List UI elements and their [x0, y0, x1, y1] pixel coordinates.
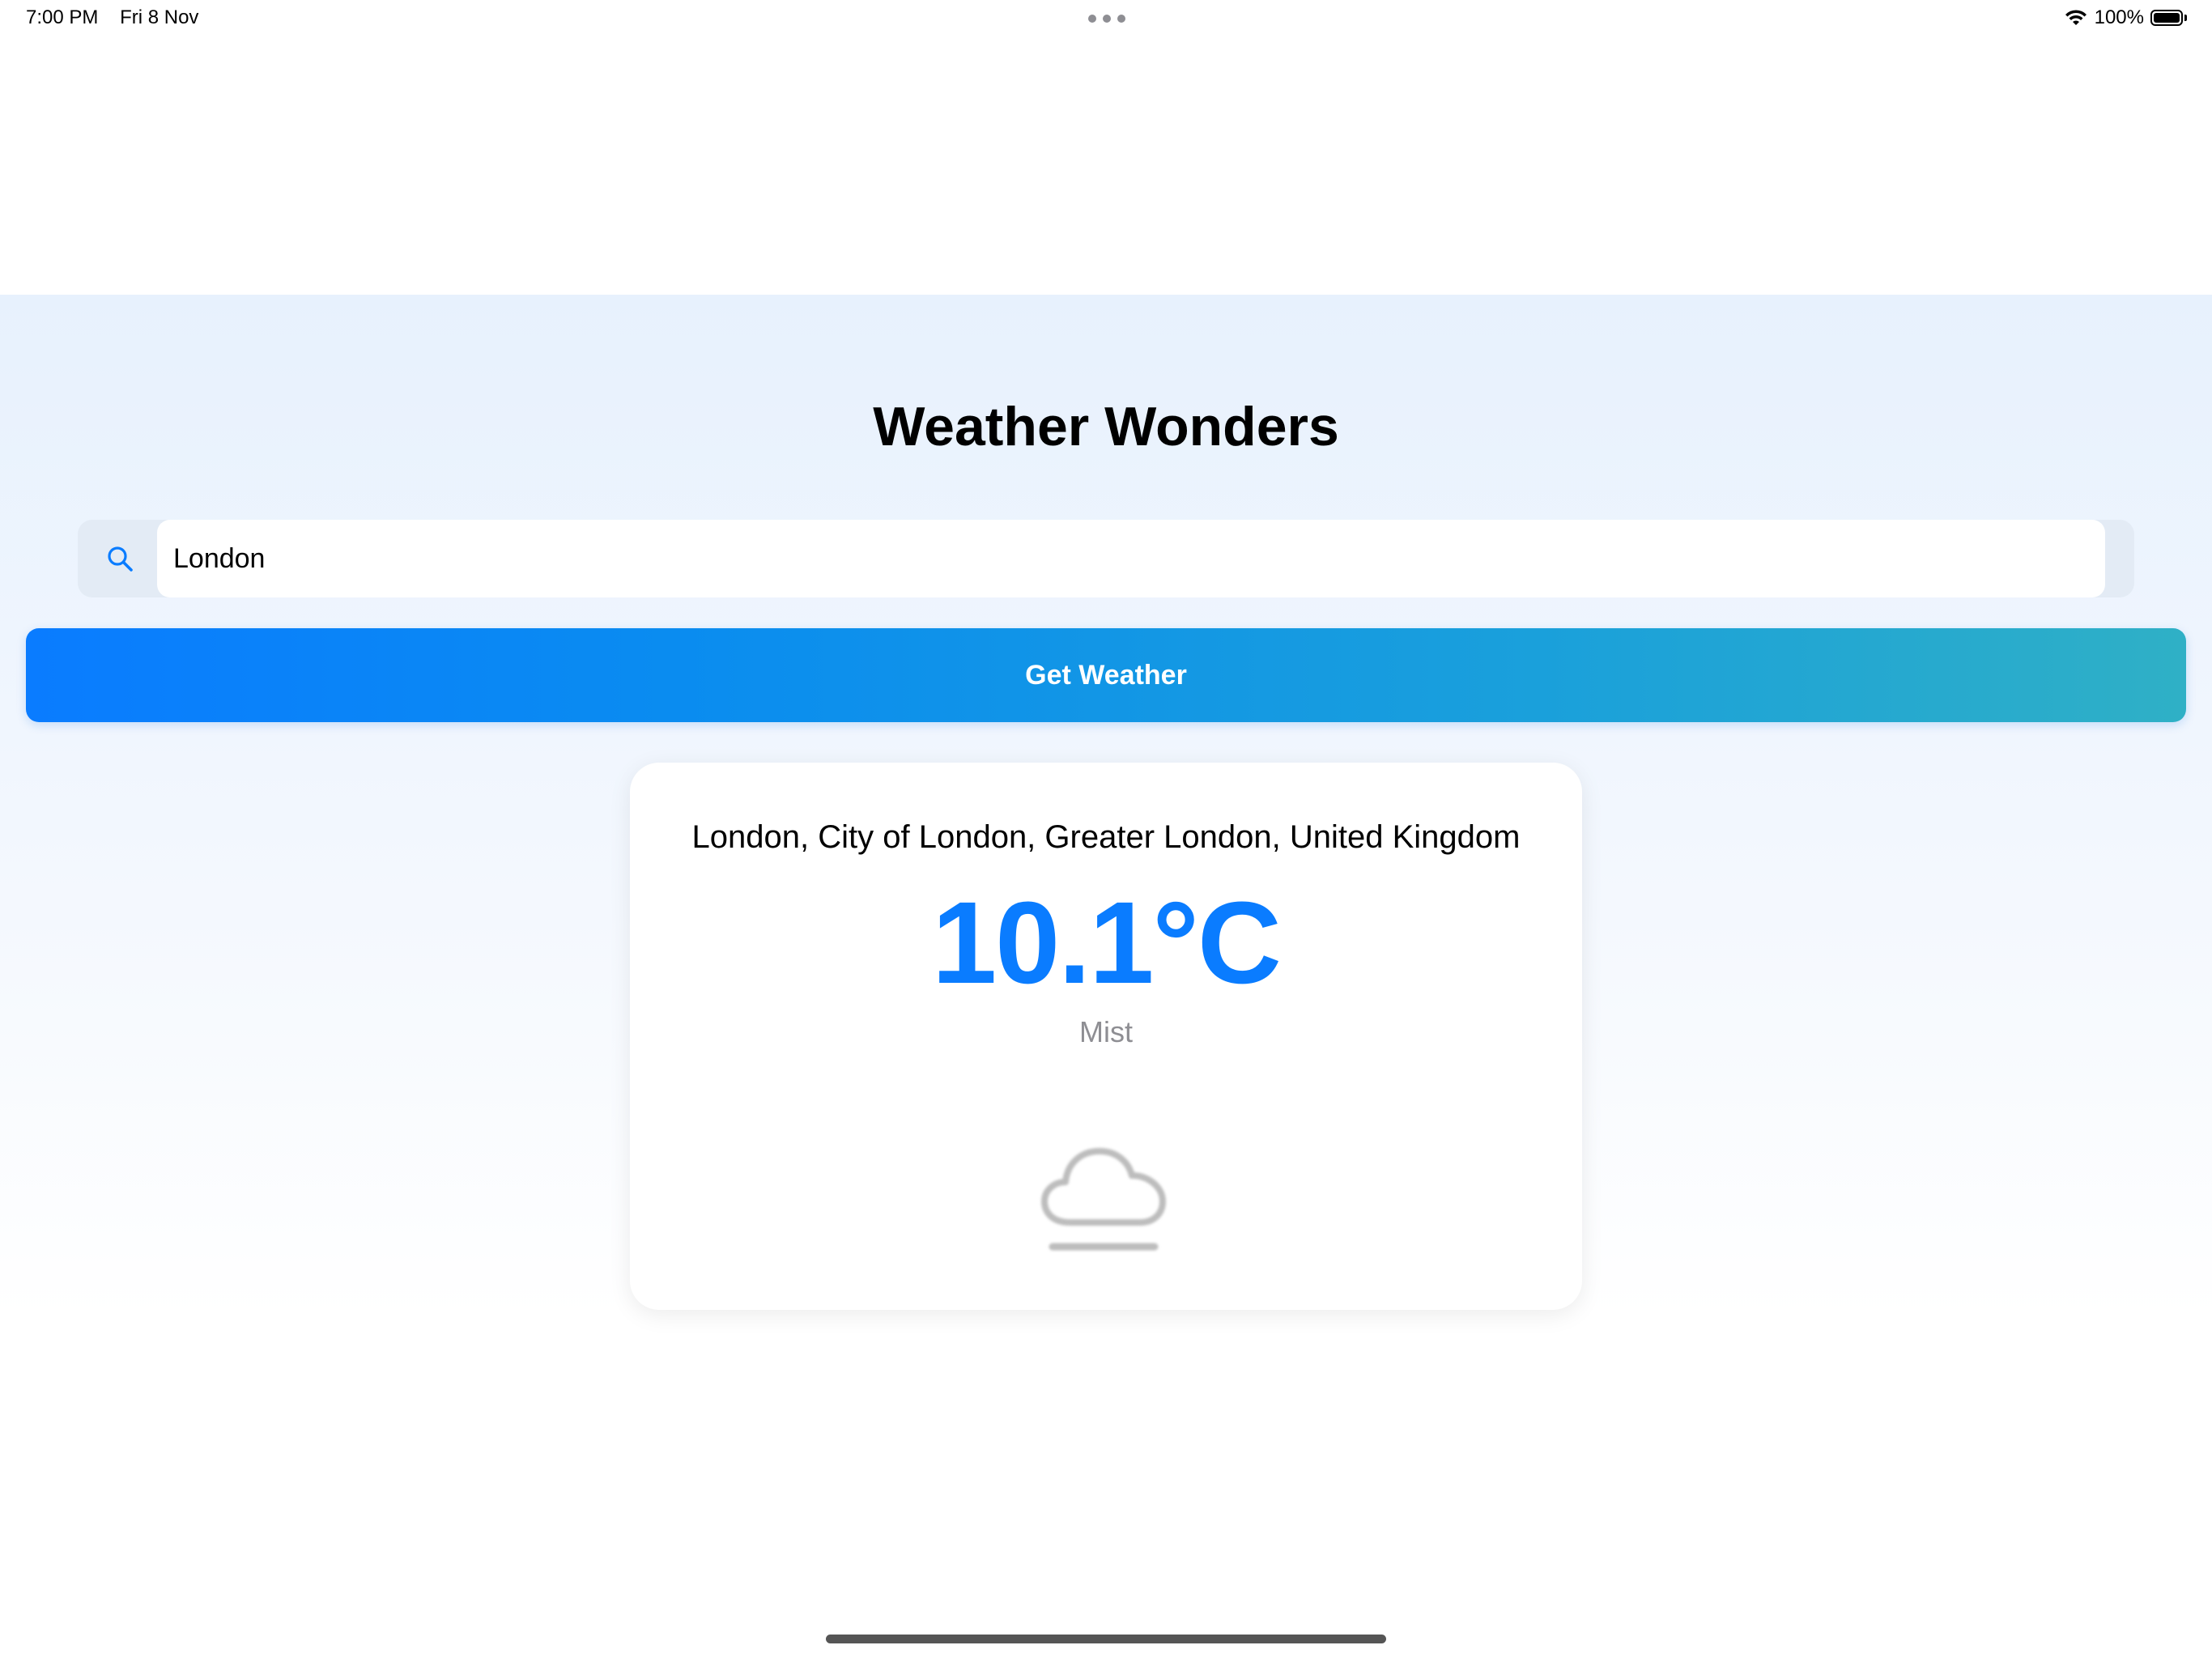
weather-condition: Mist: [1079, 1015, 1133, 1048]
status-bar-right: 100%: [2064, 6, 2188, 29]
dot: [1088, 15, 1096, 23]
app-title: Weather Wonders: [873, 396, 1339, 457]
dot: [1117, 15, 1125, 23]
home-indicator[interactable]: [826, 1635, 1386, 1643]
status-bar-left: 7:00 PM Fri 8 Nov: [26, 6, 198, 29]
search-icon: [108, 546, 133, 572]
wifi-icon: [2065, 10, 2087, 25]
multitasking-dots-icon[interactable]: [1088, 15, 1125, 23]
weather-app: Weather Wonders Get Weather London, City…: [0, 295, 2212, 1658]
status-date: Fri 8 Nov: [120, 6, 199, 28]
battery-icon: [2150, 9, 2188, 27]
get-weather-button[interactable]: Get Weather: [26, 628, 2186, 722]
location-name: London, City of London, Greater London, …: [691, 819, 1521, 855]
battery-percentage: 100%: [2094, 6, 2144, 28]
search-input[interactable]: [157, 520, 2105, 597]
status-time: 7:00 PM: [26, 6, 99, 28]
weather-card: London, City of London, Greater London, …: [630, 763, 1582, 1310]
mist-icon: [1041, 1148, 1166, 1251]
search-bar: [78, 520, 2134, 597]
temperature: 10.1°C: [932, 878, 1282, 1008]
dot: [1103, 15, 1111, 23]
